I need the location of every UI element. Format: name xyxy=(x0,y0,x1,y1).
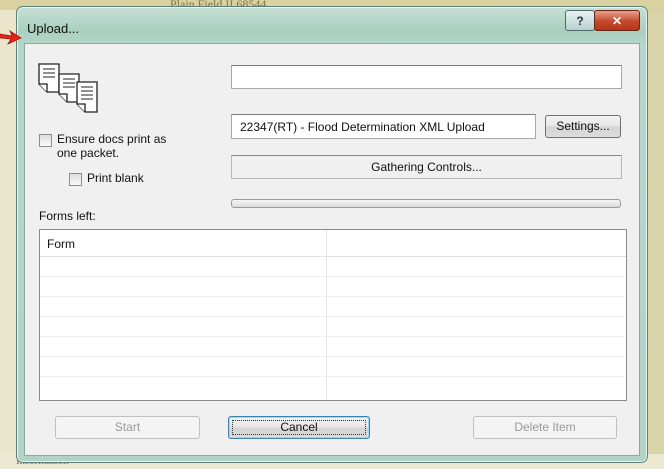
window-title: Upload... xyxy=(27,21,80,36)
ensure-docs-checkbox[interactable]: Ensure docs print as one packet. xyxy=(39,132,189,160)
close-button[interactable]: ✕ xyxy=(594,10,640,31)
start-button[interactable]: Start xyxy=(55,416,200,439)
dialog-client-area: Ensure docs print as one packet. Print b… xyxy=(24,43,640,456)
list-header: Form xyxy=(40,230,626,257)
upload-progress-bar xyxy=(231,199,621,208)
grid-line xyxy=(40,376,626,377)
grid-line xyxy=(40,336,626,337)
red-arrow-icon xyxy=(0,29,22,45)
ensure-docs-label: Ensure docs print as one packet. xyxy=(57,132,167,160)
title-bar[interactable]: Upload... ? ✕ xyxy=(17,7,647,43)
grid-line xyxy=(40,276,626,277)
close-icon: ✕ xyxy=(611,13,623,28)
upload-name-field[interactable]: 22347(RT) - Flood Determination XML Uplo… xyxy=(231,114,536,139)
column-header-form[interactable]: Form xyxy=(47,237,75,251)
top-text-field[interactable] xyxy=(231,65,622,89)
upload-name-value: 22347(RT) - Flood Determination XML Uplo… xyxy=(240,120,485,134)
grid-line xyxy=(40,296,626,297)
column-divider xyxy=(326,230,327,400)
forms-left-label: Forms left: xyxy=(39,209,96,223)
upload-dialog: Upload... ? ✕ Ensure docs print as one p… xyxy=(16,6,648,463)
print-blank-checkbox-box[interactable] xyxy=(69,173,82,186)
cancel-button[interactable]: Cancel xyxy=(228,416,370,439)
documents-icon xyxy=(38,63,98,113)
grid-line xyxy=(40,316,626,317)
ensure-docs-checkbox-box[interactable] xyxy=(39,134,52,147)
background-window-left xyxy=(0,10,16,469)
delete-item-button[interactable]: Delete Item xyxy=(473,416,617,439)
help-button[interactable]: ? xyxy=(565,10,595,31)
forms-list[interactable]: Form xyxy=(39,229,627,401)
help-icon: ? xyxy=(576,13,584,28)
print-blank-label: Print blank xyxy=(87,171,144,185)
grid-line xyxy=(40,356,626,357)
status-text-box: Gathering Controls... xyxy=(231,155,622,179)
focus-rectangle xyxy=(232,420,366,435)
print-blank-checkbox[interactable]: Print blank xyxy=(69,171,144,186)
background-window-right xyxy=(648,10,664,469)
settings-button[interactable]: Settings... xyxy=(545,115,621,138)
